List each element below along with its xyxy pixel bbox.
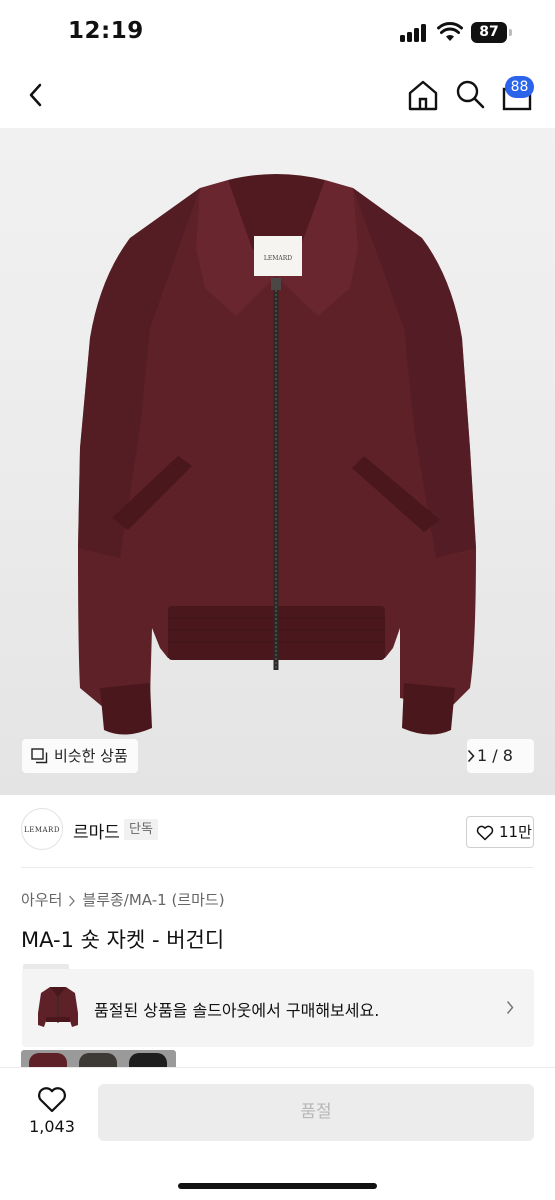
status-time: 12:19 (68, 18, 144, 44)
wifi-icon (437, 22, 463, 41)
heart-outline-icon[interactable] (37, 1086, 67, 1113)
product-jacket-image: LEMARD (78, 174, 476, 735)
top-nav-bar: 88 (0, 62, 555, 128)
heart-outline-icon (476, 825, 494, 841)
soldout-marketplace-banner[interactable]: 품절된 상품을 솔드아웃에서 구매해보세요. (22, 969, 534, 1047)
cellular-signal-icon (400, 24, 430, 42)
brand-logo[interactable]: LEMARD (21, 808, 63, 850)
brand-name[interactable]: 르마드 (73, 818, 120, 843)
battery-icon: 87 (471, 22, 513, 43)
brand-row: LEMARD 르마드 단독 11만 (0, 808, 555, 854)
chevron-right-icon (467, 749, 475, 763)
home-indicator (178, 1183, 377, 1189)
brand-like-button[interactable]: 11만 (466, 816, 534, 848)
breadcrumb-category[interactable]: 아우터 (21, 891, 62, 909)
exclusive-badge: 단독 (124, 819, 158, 840)
chevron-right-icon (506, 1001, 514, 1014)
chevron-right-icon (69, 895, 76, 906)
search-icon[interactable] (454, 78, 486, 110)
soldout-banner-text: 품절된 상품을 솔드아웃에서 구매해보세요. (94, 1001, 380, 1020)
image-pager-text: 1 / 8 (477, 746, 513, 765)
breadcrumb-subcategory[interactable]: 블루종/MA-1 (르마드) (82, 891, 224, 909)
banner-product-thumbnail (38, 987, 78, 1027)
breadcrumb: 아우터 블루종/MA-1 (르마드) (21, 889, 225, 910)
divider (21, 867, 534, 868)
color-thumbnail-strip[interactable] (21, 1050, 176, 1068)
wishlist-count: 1,043 (29, 1117, 75, 1136)
jacket-label-text: LEMARD (264, 255, 292, 262)
color-option-burgundy[interactable] (29, 1053, 67, 1068)
back-arrow-icon[interactable] (24, 80, 48, 110)
product-title: MA-1 숏 자켓 - 버건디 (21, 928, 225, 952)
brand-like-count: 11만 (499, 823, 532, 841)
image-pager[interactable]: 1 / 8 (467, 739, 534, 773)
home-icon[interactable] (406, 78, 440, 112)
similar-copy-icon (31, 748, 48, 764)
product-image-carousel[interactable]: LEMARD 비슷한 상품 1 / 8 (0, 128, 555, 795)
cart-count-badge: 88 (505, 76, 534, 98)
soldout-button[interactable]: 품절 (98, 1084, 534, 1141)
battery-level: 87 (471, 22, 507, 43)
status-bar: 12:19 87 (0, 0, 555, 62)
color-option-dark-brown[interactable] (79, 1053, 117, 1068)
similar-products-button[interactable]: 비슷한 상품 (22, 739, 138, 773)
color-option-black[interactable] (129, 1053, 167, 1068)
similar-products-label: 비슷한 상품 (54, 747, 128, 765)
bottom-action-bar: 1,043 품절 (0, 1067, 555, 1200)
